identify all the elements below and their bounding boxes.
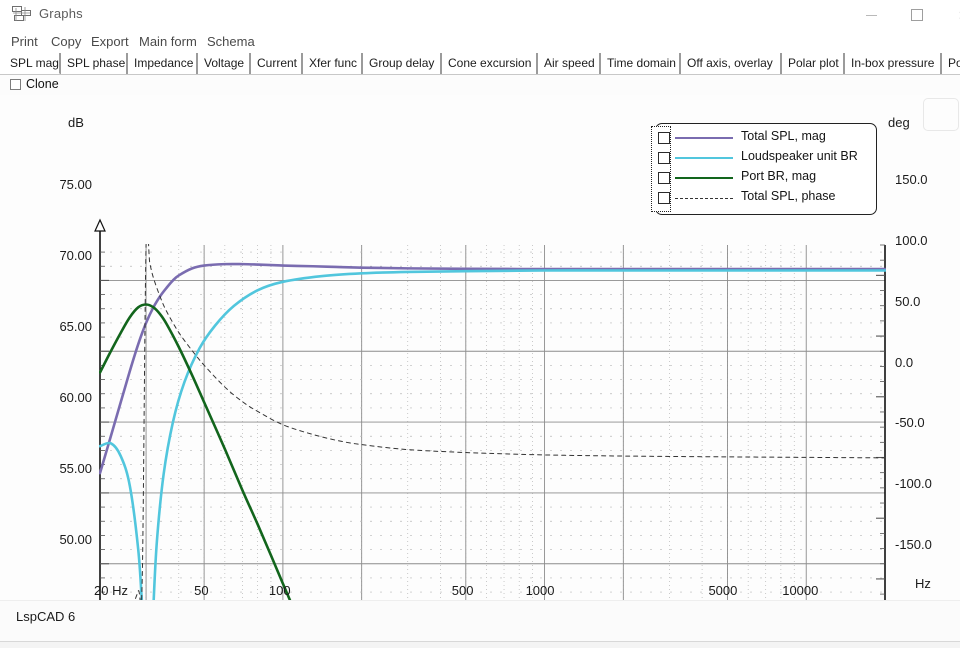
graphs-window: Graphs ✕ PrintCopyExportMain formSchema … — [0, 0, 960, 646]
tab-off-axis-overlay[interactable]: Off axis, overlay — [680, 53, 781, 74]
y-axis-arrow — [95, 220, 105, 231]
x-tick-label-50: 50 — [194, 583, 208, 598]
legend-swatch-port-br-mag — [675, 177, 733, 179]
x-axis-title: Hz — [915, 576, 931, 591]
legend-label-total-spl-mag: Total SPL, mag — [741, 129, 826, 143]
y2-axis-title: deg — [888, 115, 910, 130]
x-tick-label-10000: 10000 — [782, 583, 818, 598]
maximize-button[interactable] — [894, 0, 940, 30]
status-text: LspCAD 6 — [16, 609, 75, 624]
clone-row: Clone — [0, 75, 960, 96]
tab-impedance[interactable]: Impedance — [127, 53, 197, 74]
menu-bar: Print CopyExportMain formSchema — [0, 30, 960, 53]
legend-swatch-total-spl-phase — [675, 198, 733, 199]
legend-label-total-spl-phase: Total SPL, phase — [741, 189, 836, 203]
legend-checkbox-port-br-mag[interactable] — [658, 172, 670, 184]
maximize-icon — [911, 9, 923, 21]
y-tick-label-50: 50.00 — [59, 532, 92, 547]
legend-checkbox-total-spl-phase[interactable] — [658, 192, 670, 204]
tab-strip: SPL magSPL phaseImpedanceVoltageCurrentX… — [0, 53, 960, 75]
y-tick-label-60: 60.00 — [59, 390, 92, 405]
x-tick-label-100: 100 — [269, 583, 291, 598]
legend-swatch-total-spl-mag — [675, 137, 733, 139]
options-button[interactable] — [923, 98, 959, 131]
tab-polar-plot[interactable]: Polar plot — [781, 53, 844, 74]
x-tick-label-1000: 1000 — [526, 583, 555, 598]
tab-in-box-pressure[interactable]: In-box pressure — [844, 53, 941, 74]
legend-label-loudspeaker-unit-br: Loudspeaker unit BR — [741, 149, 858, 163]
tab-voltage[interactable]: Voltage — [197, 53, 250, 74]
legend-swatch-loudspeaker-unit-br — [675, 157, 733, 159]
window-title: Graphs — [39, 6, 83, 21]
chart-legend: Total SPL, mag Loudspeaker unit BR Port BR… — [655, 123, 877, 215]
legend-checkbox-loudspeaker-unit-br[interactable] — [658, 152, 670, 164]
x-tick-label-500: 500 — [452, 583, 474, 598]
menu-item-print[interactable]: Print — [8, 33, 41, 50]
y-tick-label-65: 65.00 — [59, 319, 92, 334]
y2-tick-label-150: 150.0 — [895, 172, 928, 187]
legend-checkbox-total-spl-mag[interactable] — [658, 132, 670, 144]
tab-spl-mag[interactable]: SPL mag — [4, 53, 60, 74]
legend-row-port-br-mag[interactable]: Port BR, mag — [656, 168, 878, 188]
legend-row-total-spl-mag[interactable]: Total SPL, mag — [656, 128, 878, 148]
x-tick-label-5000: 5000 — [708, 583, 737, 598]
clone-label: Clone — [26, 77, 59, 91]
y-tick-label-55: 55.00 — [59, 461, 92, 476]
y2-tick-label-neg100: -100.0 — [895, 476, 932, 491]
y2-tick-label-neg50: -50.0 — [895, 415, 925, 430]
status-bottom-strip — [0, 641, 960, 648]
menu-item-export[interactable]: Export — [88, 33, 132, 50]
tab-spl-phase[interactable]: SPL phase — [60, 53, 127, 74]
tab-group-delay[interactable]: Group delay — [362, 53, 441, 74]
minimize-button[interactable] — [848, 0, 894, 30]
clone-checkbox[interactable] — [10, 79, 21, 90]
tab-current[interactable]: Current — [250, 53, 302, 74]
tab-xfer-func[interactable]: Xfer func — [302, 53, 362, 74]
x-tick-label-20: 20 Hz — [94, 583, 128, 598]
y2-tick-label-neg150: -150.0 — [895, 537, 932, 552]
tab-time-domain[interactable]: Time domain — [600, 53, 680, 74]
y-tick-label-75: 75.00 — [59, 177, 92, 192]
graphs-icon — [12, 6, 31, 23]
y2-tick-label-50: 50.0 — [895, 294, 920, 309]
menu-item-schema[interactable]: Schema — [204, 33, 258, 50]
legend-row-total-spl-phase[interactable]: Total SPL, phase — [656, 188, 878, 208]
legend-label-port-br-mag: Port BR, mag — [741, 169, 816, 183]
menu-item-copy[interactable]: Copy — [48, 33, 84, 50]
title-bar: Graphs ✕ — [0, 0, 960, 31]
tab-air-speed[interactable]: Air speed — [537, 53, 600, 74]
y2-tick-label-0: 0.0 — [895, 355, 913, 370]
y2-tick-label-100: 100.0 — [895, 233, 928, 248]
y-tick-label-70: 70.00 — [59, 248, 92, 263]
close-button[interactable]: ✕ — [940, 0, 960, 30]
legend-row-loudspeaker-unit-br[interactable]: Loudspeaker unit BR — [656, 148, 878, 168]
tab-cone-excursion[interactable]: Cone excursion — [441, 53, 537, 74]
tab-polar-map[interactable]: Polar map — [941, 53, 960, 74]
minimize-icon — [866, 15, 877, 16]
status-bar: LspCAD 6 — [0, 600, 960, 647]
y-axis-title: dB — [68, 115, 84, 130]
menu-item-main-form[interactable]: Main form — [136, 33, 200, 50]
